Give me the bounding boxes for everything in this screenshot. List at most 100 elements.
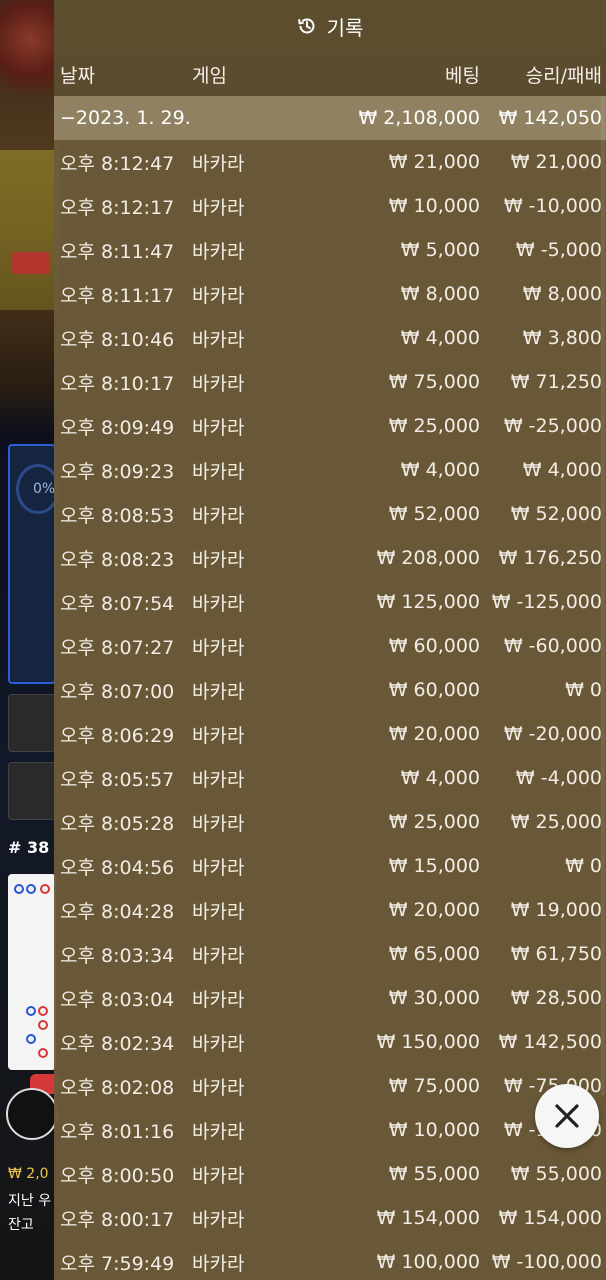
row-bet: ₩ 4,000 [400,767,480,789]
row-result: ₩ 154,000 [498,1207,602,1229]
row-bet: ₩ 125,000 [376,591,480,613]
row-bet: ₩ 55,000 [388,1163,480,1185]
row-time: 오후 8:03:04 [60,988,175,1011]
row-bet: ₩ 65,000 [388,943,480,965]
row-game: 바카라 [192,636,245,659]
date-summary-row[interactable]: −2023. 1. 29. ₩ 2,108,000 ₩ 142,050 [54,96,606,140]
row-result: ₩ 28,500 [510,987,602,1009]
row-time: 오후 8:08:53 [60,504,175,527]
history-row[interactable]: 오후 8:09:49 바카라 ₩ 25,000 ₩ -25,000 [54,404,606,448]
history-row[interactable]: 오후 8:00:50 바카라 ₩ 55,000 ₩ 55,000 [54,1152,606,1196]
row-time: 오후 8:10:17 [60,372,175,395]
row-bet: ₩ 10,000 [388,1119,480,1141]
row-bet: ₩ 20,000 [388,899,480,921]
history-row[interactable]: 오후 8:10:46 바카라 ₩ 4,000 ₩ 3,800 [54,316,606,360]
history-row[interactable]: 오후 8:03:04 바카라 ₩ 30,000 ₩ 28,500 [54,976,606,1020]
row-time: 오후 8:00:50 [60,1164,175,1187]
row-time: 오후 8:01:16 [60,1120,175,1143]
row-result: ₩ -4,000 [515,767,602,789]
row-result: ₩ 52,000 [510,503,602,525]
row-game: 바카라 [192,548,245,571]
history-row[interactable]: 오후 8:02:08바카라₩ 75,000₩ -75,000 [54,1064,606,1108]
close-button[interactable] [535,1084,599,1148]
row-bet: ₩ 60,000 [388,679,480,701]
row-result: ₩ -20,000 [503,723,602,745]
history-row[interactable]: 오후 8:09:23 바카라 ₩ 4,000 ₩ 4,000 [54,448,606,492]
column-result: 승리/패배 [525,64,602,87]
history-row[interactable]: 오후 8:12:17 바카라 ₩ 10,000 ₩ -10,000 [54,184,606,228]
summary-date: −2023. 1. 29. [60,107,191,129]
row-game: 바카라 [192,372,245,395]
history-row[interactable]: 오후 8:08:23 바카라 ₩ 208,000 ₩ 176,250 [54,536,606,580]
history-row[interactable]: 오후 8:10:17 바카라 ₩ 75,000 ₩ 71,250 [54,360,606,404]
row-result: ₩ 8,000 [522,283,602,305]
row-time: 오후 8:04:28 [60,900,175,923]
history-row[interactable]: 오후 8:01:16바카라₩ 10,000₩ -10,000 [54,1108,606,1152]
row-bet: ₩ 75,000 [388,371,480,393]
dealer-image [0,0,60,120]
row-game: 바카라 [192,900,245,923]
row-result: ₩ -125,000 [491,591,602,613]
row-bet: ₩ 4,000 [400,327,480,349]
row-bet: ₩ 60,000 [388,635,480,657]
history-row[interactable]: 오후 8:07:27 바카라 ₩ 60,000 ₩ -60,000 [54,624,606,668]
history-row[interactable]: 오후 8:00:17 바카라 ₩ 154,000 ₩ 154,000 [54,1196,606,1240]
row-bet: ₩ 5,000 [400,239,480,261]
history-row[interactable]: 오후 8:11:17 바카라 ₩ 8,000 ₩ 8,000 [54,272,606,316]
row-time: 오후 8:03:34 [60,944,175,967]
history-panel: 기록 날짜 게임 베팅 승리/패배 −2023. 1. 29. ₩ 2,108,… [54,0,606,1280]
history-row[interactable]: 오후 8:07:00 바카라 ₩ 60,000 ₩ 0 [54,668,606,712]
history-title: 기록 [326,15,364,40]
row-time: 오후 8:02:34 [60,1032,175,1055]
history-row[interactable]: 오후 8:08:53 바카라 ₩ 52,000 ₩ 52,000 [54,492,606,536]
row-bet: ₩ 4,000 [400,459,480,481]
row-game: 바카라 [192,1252,245,1275]
row-time: 오후 8:05:57 [60,768,175,791]
chip-button[interactable] [6,1088,58,1140]
row-result: ₩ -100,000 [491,1251,602,1273]
row-time: 오후 8:09:23 [60,460,175,483]
row-time: 오후 8:07:27 [60,636,175,659]
background-game-view: 0% # 38 ₩ 2,0 지난 우 잔고 [0,0,60,1280]
banker-bet-button[interactable] [8,762,56,820]
row-time: 오후 8:12:47 [60,152,175,175]
row-bet: ₩ 150,000 [376,1031,480,1053]
row-game: 바카라 [192,460,245,483]
history-row[interactable]: 오후 8:02:34 바카라 ₩ 150,000 ₩ 142,500 [54,1020,606,1064]
summary-result: ₩ 142,050 [498,107,602,129]
history-row[interactable]: 오후 8:05:57 바카라 ₩ 4,000 ₩ -4,000 [54,756,606,800]
row-game: 바카라 [192,944,245,967]
history-row[interactable]: 오후 8:03:34 바카라 ₩ 65,000 ₩ 61,750 [54,932,606,976]
row-result: ₩ -25,000 [503,415,602,437]
history-row[interactable]: 오후 8:06:29 바카라 ₩ 20,000 ₩ -20,000 [54,712,606,756]
row-game: 바카라 [192,284,245,307]
history-row[interactable]: 오후 8:07:54 바카라 ₩ 125,000 ₩ -125,000 [54,580,606,624]
balance-label: 잔고 [8,1217,34,1233]
summary-bet: ₩ 2,108,000 [358,107,480,129]
history-row[interactable]: 오후 7:59:49 바카라 ₩ 100,000 ₩ -100,000 [54,1240,606,1280]
row-result: ₩ 142,500 [498,1031,602,1053]
row-time: 오후 8:07:00 [60,680,175,703]
row-result: ₩ 176,250 [498,547,602,569]
scrollbar[interactable] [601,96,605,1096]
history-header: 기록 [54,0,606,52]
row-time: 오후 7:59:49 [60,1252,175,1275]
history-icon [297,16,317,36]
row-game: 바카라 [192,1076,245,1099]
row-result: ₩ 3,800 [522,327,602,349]
row-bet: ₩ 75,000 [388,1075,480,1097]
scoreboard-road [8,874,56,1070]
history-row[interactable]: 오후 8:04:56 바카라 ₩ 15,000 ₩ 0 [54,844,606,888]
row-time: 오후 8:04:56 [60,856,175,879]
row-result: ₩ 71,250 [510,371,602,393]
column-date: 날짜 [60,64,95,87]
row-bet: ₩ 25,000 [388,415,480,437]
history-row[interactable]: 오후 8:05:28 바카라 ₩ 25,000 ₩ 25,000 [54,800,606,844]
row-bet: ₩ 25,000 [388,811,480,833]
history-row[interactable]: 오후 8:04:28 바카라 ₩ 20,000 ₩ 19,000 [54,888,606,932]
history-row[interactable]: 오후 8:11:47 바카라 ₩ 5,000 ₩ -5,000 [54,228,606,272]
player-bet-button[interactable] [8,694,56,752]
history-row[interactable]: 오후 8:12:47 바카라 ₩ 21,000 ₩ 21,000 [54,140,606,184]
card-shoe-image [12,252,50,274]
row-game: 바카라 [192,1208,245,1231]
